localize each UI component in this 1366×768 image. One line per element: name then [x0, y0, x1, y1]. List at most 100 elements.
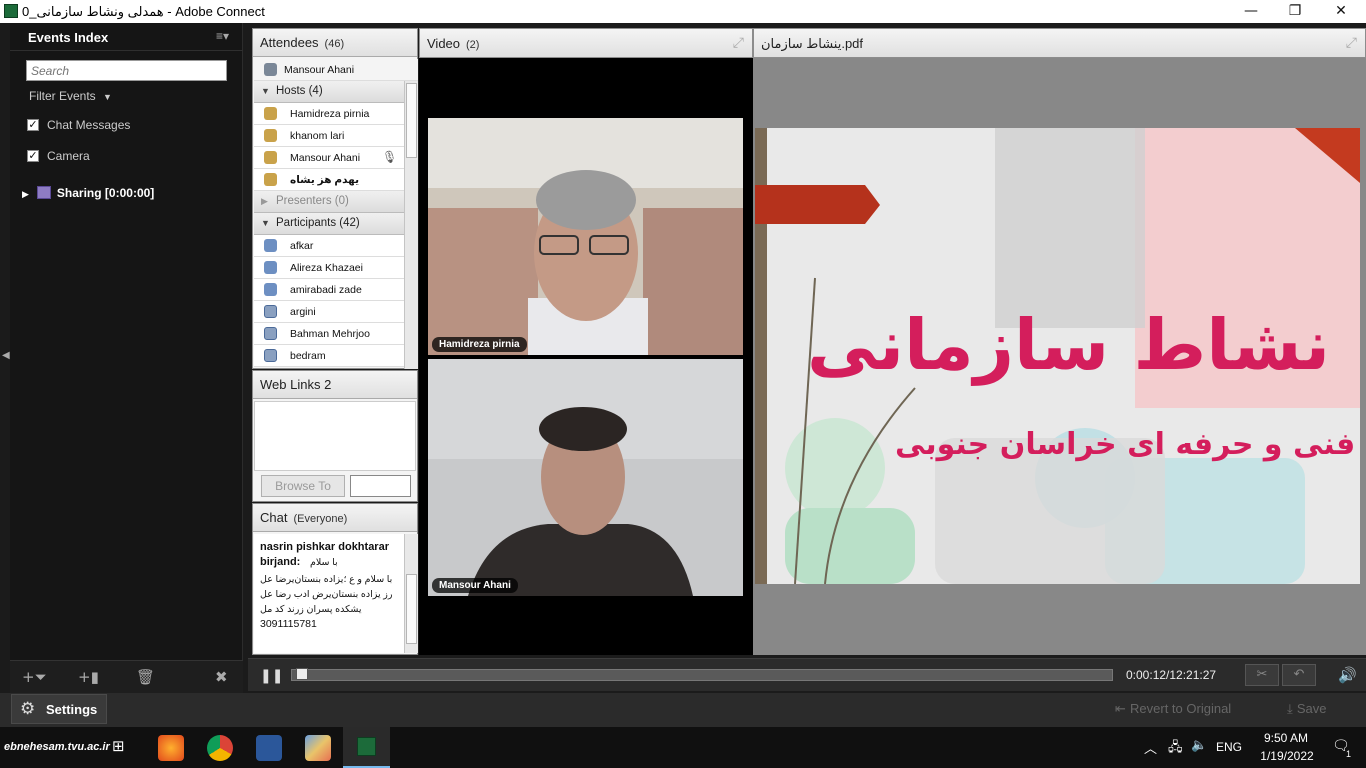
scrollbar-thumb[interactable] — [406, 574, 417, 644]
events-toolbar: +⏷ +▮ 🗑 ✖ — [10, 660, 243, 693]
firefox-icon[interactable] — [158, 735, 184, 761]
maximize-icon[interactable]: ⤢ — [733, 35, 744, 51]
title-bar: همدلی ونشاط سازمانی_0 - Adobe Connect — … — [0, 0, 1366, 23]
attendee-row[interactable]: amirabadi zade — [254, 279, 404, 301]
participant-icon — [264, 239, 277, 252]
attendees-title: Attendees — [260, 35, 319, 50]
playhead-thumb[interactable] — [296, 668, 308, 680]
participants-label: Participants (42) — [276, 217, 360, 229]
participant-icon — [264, 283, 277, 296]
video-frame — [428, 118, 743, 355]
paint-icon[interactable] — [305, 735, 331, 761]
maximize-icon[interactable]: ⤢ — [1346, 35, 1357, 51]
video-title: Video — [427, 36, 461, 51]
save-button[interactable]: ⤓ Save — [1287, 701, 1327, 717]
attendee-row[interactable]: afkar — [254, 235, 404, 257]
events-index-panel: Events Index ≡▾ Filter Events ▼ ✓ Chat M… — [10, 23, 243, 660]
notification-count: 1 — [1346, 749, 1352, 759]
video-feed[interactable]: Mansour Ahani — [428, 359, 743, 596]
minimize-button[interactable]: — — [1228, 0, 1274, 23]
chat-scope: (Everyone) — [293, 513, 348, 525]
attendee-row[interactable]: Mansour Ahani 🎙 — [254, 147, 404, 169]
word-icon[interactable] — [256, 735, 282, 761]
tools-icon[interactable]: ✖ — [215, 668, 228, 686]
clock-date[interactable]: 1/19/2022 — [1254, 749, 1320, 763]
trash-icon[interactable]: 🗑 — [136, 668, 155, 686]
web-links-header: Web Links 2 — [253, 371, 417, 399]
attendee-name: Bahman Mehrjoo — [290, 328, 370, 340]
panel-menu-icon[interactable]: ≡▾ — [216, 29, 229, 43]
browse-url-field[interactable] — [350, 475, 411, 497]
host-icon — [264, 151, 277, 164]
video-pod: Video (2) ⤢ Hamidreza pirnia Mansour Ahan… — [419, 28, 753, 655]
gear-icon: ⚙ — [20, 699, 36, 719]
settings-button[interactable]: ⚙ Settings — [11, 694, 107, 724]
restore-button[interactable]: ❐ — [1272, 0, 1318, 23]
close-button[interactable]: ✕ — [1318, 0, 1364, 23]
filter-events-dropdown[interactable]: Filter Events ▼ — [29, 89, 112, 103]
attendee-row[interactable]: argini — [254, 301, 404, 323]
video-frame — [428, 359, 743, 596]
watermark-text: ebnehesam.tvu.ac.ir — [4, 741, 110, 753]
chat-greeting: با سلام — [310, 557, 338, 568]
camera-checkbox[interactable]: ✓ — [27, 150, 39, 162]
attendee-row[interactable]: یهدم هز یشاه — [254, 169, 404, 191]
language-indicator[interactable]: ENG — [1216, 740, 1242, 754]
chat-message-line: یشکده پسران زرند کد مل — [260, 604, 362, 615]
cut-icon[interactable]: ✂ — [1245, 664, 1279, 686]
slide-title: نشاط سازمانی — [806, 304, 1330, 386]
attendee-row[interactable]: Bahman Mehrjoo — [254, 323, 404, 345]
presentation-slide: نشاط سازمانی گاه فنی و حرفه ای خراسان جن… — [755, 128, 1360, 584]
attendee-row[interactable]: bedram — [254, 345, 404, 367]
collapse-left-arrow-icon[interactable]: ◀ — [2, 350, 10, 361]
volume-icon[interactable]: 🔊 — [1338, 666, 1357, 684]
mobile-participant-icon — [264, 327, 277, 340]
chrome-icon[interactable] — [207, 735, 233, 761]
share-header: ینشاط سازمان.pdf ⤢ — [753, 28, 1366, 58]
save-icon: ⤓ — [1287, 702, 1297, 717]
attendee-row[interactable]: Alireza Khazaei — [254, 257, 404, 279]
chat-messages-checkbox[interactable]: ✓ — [27, 119, 39, 131]
chat-scrollbar[interactable] — [404, 534, 418, 653]
pause-icon[interactable]: ❚❚ — [260, 667, 283, 684]
playback-track[interactable] — [291, 668, 1113, 681]
attendees-pod: Attendees (46) Mansour Ahani ▼ Hosts (4) … — [252, 28, 418, 369]
adobe-connect-taskbar-item[interactable] — [343, 727, 390, 768]
network-icon[interactable]: 🖧 — [1168, 738, 1183, 760]
settings-label: Settings — [46, 702, 98, 717]
participant-icon — [264, 261, 277, 274]
events-search-input[interactable] — [26, 60, 227, 81]
filter-events-label: Filter Events — [29, 89, 96, 103]
add-bookmark-icon[interactable]: +▮ — [78, 668, 99, 686]
video-name-label: Hamidreza pirnia — [432, 337, 527, 352]
attendee-row[interactable]: khanom lari — [254, 125, 404, 147]
share-pod: ینشاط سازمان.pdf ⤢ نشاط سازمانی گاه فنی … — [753, 28, 1366, 655]
presenters-group-header[interactable]: ▶ Presenters (0) — [254, 191, 404, 213]
web-links-title: Web Links 2 — [260, 377, 332, 392]
sharing-event-item[interactable]: ▶ Sharing [0:00:00] — [22, 186, 154, 200]
windows-taskbar: ebnehesam.tvu.ac.ir ⊞ ︿ 🖧 🔈 ENG 9:50 AM … — [0, 727, 1366, 768]
clock-time[interactable]: 9:50 AM — [1256, 731, 1316, 745]
video-feed[interactable]: Hamidreza pirnia — [428, 118, 743, 355]
attendee-name: amirabadi zade — [290, 284, 362, 296]
add-filter-icon[interactable]: +⏷ — [22, 668, 47, 686]
slide-subtitle: گاه فنی و حرفه ای خراسان جنوبی — [895, 427, 1360, 462]
speaker-icon[interactable]: 🔈 — [1191, 738, 1207, 753]
revert-to-original-button[interactable]: ⇤ Revert to Original — [1115, 701, 1231, 717]
attendees-scrollbar[interactable] — [404, 81, 418, 369]
chevron-up-icon[interactable]: ︿ — [1144, 738, 1157, 757]
playback-bar: ❚❚ 0:00:12/12:21:27 ✂ ↶ 🔊 — [248, 658, 1366, 691]
window-title: همدلی ونشاط سازمانی_0 - Adobe Connect — [22, 4, 265, 19]
expand-arrow-icon[interactable]: ▶ — [22, 189, 29, 199]
participants-group-header[interactable]: ▼ Participants (42) — [254, 213, 404, 235]
attendee-name: Hamidreza pirnia — [290, 108, 370, 120]
current-user-row[interactable]: Mansour Ahani — [254, 59, 418, 81]
collapse-triangle-icon: ▼ — [261, 86, 270, 96]
undo-icon[interactable]: ↶ — [1282, 664, 1316, 686]
revert-label: Revert to Original — [1130, 701, 1232, 716]
task-view-icon[interactable]: ⊞ — [112, 737, 125, 755]
browse-to-button[interactable]: Browse To — [261, 475, 345, 497]
hosts-group-header[interactable]: ▼ Hosts (4) — [254, 81, 404, 103]
attendee-row[interactable]: Hamidreza pirnia — [254, 103, 404, 125]
scrollbar-thumb[interactable] — [406, 83, 417, 158]
